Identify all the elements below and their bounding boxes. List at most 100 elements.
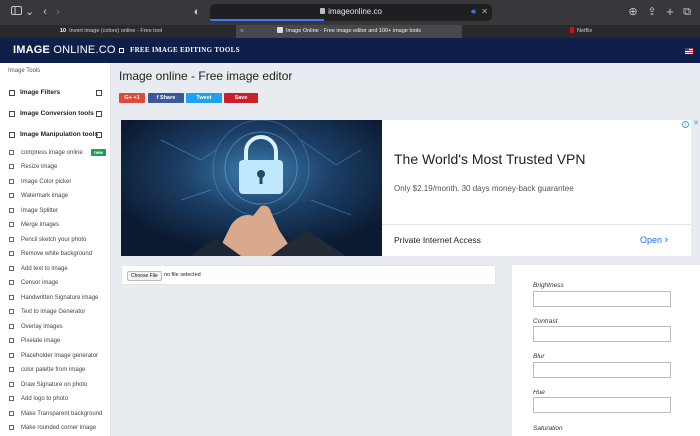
ad-info-icon[interactable]: i — [682, 121, 689, 128]
hue-label: Hue — [533, 389, 545, 396]
us-flag-icon[interactable] — [685, 48, 693, 54]
sidebar-category-image-filters[interactable]: Image Filters — [0, 86, 111, 100]
tab-netflix[interactable]: Netflix — [570, 25, 650, 38]
ad-divider — [382, 224, 691, 225]
pinterest-save-button[interactable]: Save — [224, 93, 258, 103]
saturation-label: Saturation — [533, 425, 563, 432]
checkbox-icon — [9, 164, 14, 169]
forward-icon[interactable]: › — [53, 5, 63, 19]
sidebar-item-watermark[interactable]: Watermark image — [0, 190, 111, 202]
checkbox-icon — [9, 251, 14, 256]
contrast-input[interactable] — [533, 326, 671, 342]
sidebar-item-draw-signature[interactable]: Draw Signature on photo — [0, 379, 111, 391]
sidebar-item-remove-white-bg[interactable]: Remove white background — [0, 248, 111, 260]
sidebar-item-placeholder-generator[interactable]: Placeholder image generator — [0, 350, 111, 362]
choose-file-button[interactable]: Choose File — [127, 271, 162, 281]
address-bar[interactable]: imageonline.co 🔊︎ ✕ — [210, 4, 492, 21]
checkbox-icon — [9, 265, 14, 271]
vpn-advertisement[interactable]: i ✕ The World's Most Trusted VPN Only $2… — [121, 120, 699, 256]
sidebar: Image Tools Image Filters Image Conversi… — [0, 63, 111, 436]
sidebar-item-color-picker[interactable]: Image Color picker — [0, 176, 111, 188]
sidebar-item-add-logo[interactable]: Add logo to photo — [0, 393, 111, 405]
chevron-down-icon[interactable]: ⌄ — [25, 5, 34, 19]
tab-image-online[interactable]: × Image Online - Free image editor and 1… — [236, 25, 462, 38]
checkbox-icon — [9, 207, 14, 213]
new-badge: new — [91, 148, 106, 156]
nav-free-image-editing-tools[interactable]: FREE IMAGE EDITING TOOLS — [130, 45, 240, 56]
tab-close-icon[interactable]: × — [240, 25, 244, 38]
sidebar-item-merge-images[interactable]: Merge images — [0, 219, 111, 231]
tweet-button[interactable]: Tweet — [186, 93, 222, 103]
back-icon[interactable]: ‹ — [40, 5, 50, 19]
checkbox-icon — [9, 309, 14, 314]
sidebar-item-handwritten-signature[interactable]: Handwritten Signature image — [0, 292, 111, 304]
collapse-icon[interactable] — [96, 132, 102, 138]
share-icon[interactable]: ⇪ — [647, 5, 657, 19]
site-header: IMAGE ONLINE.CO FREE IMAGE EDITING TOOLS — [0, 38, 700, 63]
browser-toolbar: ⌄ ‹ › ◐ imageonline.co 🔊︎ ✕ ⊕ ⇪ + ⧉ — [0, 0, 700, 25]
file-status: no file selected — [164, 272, 201, 278]
sidebar-item-censor-image[interactable]: Censor image — [0, 277, 111, 289]
sidebar-toggle-icon[interactable] — [10, 5, 22, 19]
sidebar-item-pencil-sketch[interactable]: Pencil sketch your photo — [0, 234, 111, 246]
ad-image-lock[interactable] — [121, 120, 382, 256]
ad-open-button[interactable]: Open › — [640, 235, 668, 246]
sidebar-item-resize-image[interactable]: Resize image — [0, 161, 111, 173]
page-load-progress — [210, 19, 324, 21]
tab-title: Image Online - Free image editor and 100… — [286, 28, 421, 34]
audio-playing-icon[interactable]: 🔊︎ — [471, 6, 476, 18]
sidebar-item-color-palette[interactable]: color palette from image — [0, 364, 111, 376]
menu-square-icon — [119, 48, 124, 53]
page-title: Image online - Free image editor — [119, 69, 293, 83]
tab-number: 10 — [60, 28, 67, 34]
checkbox-icon — [9, 178, 14, 184]
site-logo[interactable]: IMAGE ONLINE.CO — [13, 44, 116, 57]
favicon-icon — [277, 27, 283, 33]
sidebar-item-compress-image[interactable]: compress image online new — [0, 147, 111, 159]
blur-label: Blur — [533, 353, 545, 360]
ad-close-icon[interactable]: ✕ — [693, 120, 699, 128]
tab-title: Invert image (colors) online - Free tool — [69, 28, 163, 34]
sidebar-category-image-manipulation[interactable]: Image Manipulation tools — [0, 128, 111, 142]
ad-title[interactable]: The World's Most Trusted VPN — [394, 150, 585, 168]
checkbox-icon — [9, 323, 14, 329]
checkbox-icon — [9, 338, 14, 343]
sidebar-item-text-to-image[interactable]: Text to image Generator — [0, 306, 111, 318]
netflix-icon — [570, 27, 574, 33]
sidebar-item-add-text[interactable]: Add text to image — [0, 263, 111, 275]
checkbox-icon — [9, 111, 15, 117]
url-text: imageonline.co — [328, 7, 382, 16]
brightness-input[interactable] — [533, 291, 671, 307]
expand-icon[interactable] — [96, 111, 102, 117]
ad-subtitle: Only $2.19/month. 30 days money-back gua… — [394, 184, 574, 193]
checkbox-icon — [9, 367, 14, 372]
sidebar-item-transparent-bg[interactable]: Make Transparent background — [0, 408, 111, 420]
contrast-label: Contrast — [533, 318, 558, 325]
privacy-shield-icon[interactable]: ◐ — [192, 5, 202, 19]
google-plus-button[interactable]: G+ +1 — [119, 93, 145, 103]
tab-title: Netflix — [577, 28, 593, 34]
chevron-right-icon: › — [664, 234, 669, 246]
hue-input[interactable] — [533, 397, 671, 413]
close-icon[interactable]: ✕ — [481, 6, 488, 18]
sidebar-category-image-conversion[interactable]: Image Conversion tools — [0, 107, 111, 121]
tab-overview-icon[interactable]: ⧉ — [682, 5, 692, 19]
blur-input[interactable] — [533, 362, 671, 378]
sidebar-item-splitter[interactable]: Image Splitter — [0, 205, 111, 217]
sidebar-heading: Image Tools — [8, 68, 41, 74]
expand-icon[interactable] — [96, 90, 102, 96]
checkbox-icon — [9, 280, 14, 285]
checkbox-icon — [9, 236, 14, 242]
sidebar-item-overlay-images[interactable]: Overlay images — [0, 321, 111, 333]
new-tab-icon[interactable]: + — [665, 5, 675, 19]
sidebar-item-rounded-corner[interactable]: Make rounded corner image — [0, 422, 111, 434]
checkbox-icon — [9, 410, 14, 416]
checkbox-icon — [9, 425, 14, 430]
tab-invert-image[interactable]: 10 Invert image (colors) online - Free to… — [60, 25, 230, 38]
sidebar-item-pixelate[interactable]: Pixelate image — [0, 335, 111, 347]
ad-brand[interactable]: Private Internet Access — [394, 235, 481, 246]
checkbox-icon — [9, 352, 14, 358]
download-icon[interactable]: ⊕ — [628, 5, 638, 19]
checkbox-icon — [9, 222, 14, 227]
facebook-share-button[interactable]: f Share — [148, 93, 184, 103]
